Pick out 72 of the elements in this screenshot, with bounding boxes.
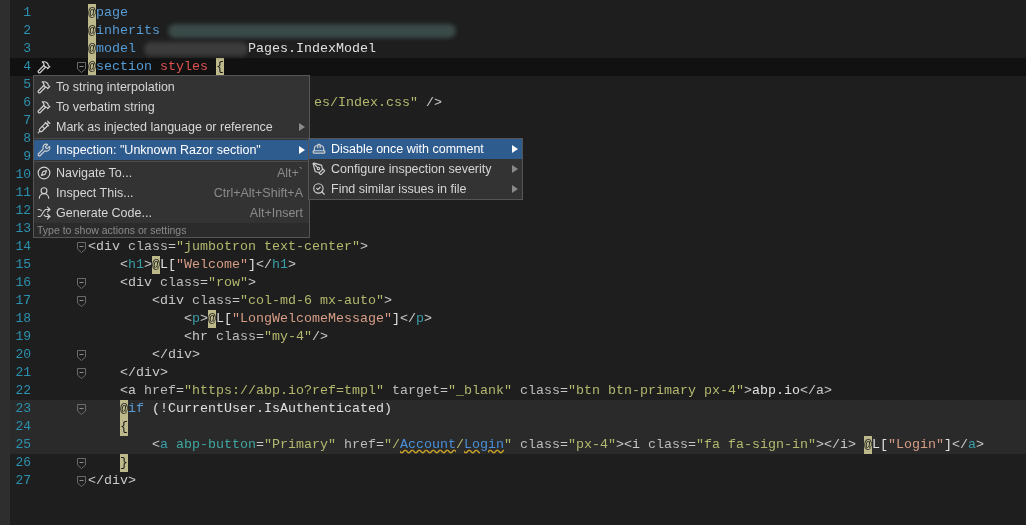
line-number: 8 xyxy=(22,130,31,149)
code-line: @page xyxy=(88,4,128,22)
code-line: <hr class="my-4"/> xyxy=(182,328,328,346)
code-line: <a href="https://abp.io?ref=tmpl" target="_blank" class="btn btn-primary px-4">abp.io</a> xyxy=(119,382,832,400)
line-number: 16 xyxy=(14,274,31,293)
menu-item[interactable]: To verbatim string xyxy=(34,97,309,117)
line-number: 22 xyxy=(14,382,31,401)
line-number: 21 xyxy=(14,364,31,383)
code-line: es/Index.css" /> xyxy=(314,94,442,112)
fold-icon[interactable] xyxy=(77,61,86,73)
fold-icon[interactable] xyxy=(77,403,86,415)
code-line: <div class="row"> xyxy=(119,274,256,292)
code-line: </div> xyxy=(88,472,136,490)
menu-item[interactable]: Generate Code... Alt+Insert xyxy=(34,203,309,223)
syringe-icon xyxy=(37,120,51,134)
menu-hint: Type to show actions or settings xyxy=(34,223,309,237)
fold-icon[interactable] xyxy=(77,349,86,361)
hammer-icon xyxy=(37,100,51,114)
menu-item[interactable]: Navigate To... Alt+` xyxy=(34,163,309,183)
compass-icon xyxy=(37,166,51,180)
fold-icon[interactable] xyxy=(77,475,86,487)
line-number: 17 xyxy=(14,292,31,311)
code-line: @model Pages.IndexModel xyxy=(88,40,376,58)
line-number: 3 xyxy=(22,40,31,59)
menu-item[interactable]: Inspection: "Unknown Razor section" xyxy=(34,140,309,160)
person-icon xyxy=(37,186,51,200)
line-number: 5 xyxy=(22,76,31,95)
line-number: 2 xyxy=(22,22,31,41)
line-number: 6 xyxy=(22,94,31,113)
code-line: <div class="col-md-6 mx-auto"> xyxy=(151,292,392,310)
line-number: 19 xyxy=(14,328,31,347)
line-number: 14 xyxy=(14,238,31,257)
code-line: @if (!CurrentUser.IsAuthenticated) xyxy=(120,400,392,418)
fold-icon[interactable] xyxy=(77,367,86,379)
hard-hat-icon xyxy=(312,142,326,156)
search-icon xyxy=(312,182,326,196)
code-line: <h1>@L["Welcome"]</h1> xyxy=(119,256,296,274)
code-line: @inherits xyxy=(88,22,456,40)
hammer-icon[interactable] xyxy=(37,60,51,74)
menu-item[interactable]: Inspect This... Ctrl+Alt+Shift+A xyxy=(34,183,309,203)
menu-item[interactable]: Disable once with comment xyxy=(309,139,522,159)
line-number: 9 xyxy=(22,148,31,167)
menu-item[interactable]: Find similar issues in file xyxy=(309,179,522,199)
code-line: </div> xyxy=(151,346,200,364)
line-number: 15 xyxy=(14,256,31,275)
fold-icon[interactable] xyxy=(77,241,86,253)
fold-icon[interactable] xyxy=(77,295,86,307)
line-number: 13 xyxy=(14,220,31,239)
hammer-icon xyxy=(37,80,51,94)
line-number: 11 xyxy=(14,184,31,203)
menu-item[interactable]: To string interpolation xyxy=(34,77,309,97)
line-number: 25 xyxy=(14,436,31,455)
line-number: 18 xyxy=(14,310,31,329)
menu-item[interactable]: Mark as injected language or reference xyxy=(34,117,309,137)
menu-item[interactable]: Configure inspection severity xyxy=(309,159,522,179)
line-number: 10 xyxy=(14,166,31,185)
line-number: 4 xyxy=(22,58,31,77)
line-number: 26 xyxy=(14,454,31,473)
fold-icon[interactable] xyxy=(77,277,86,289)
line-number: 23 xyxy=(14,400,31,419)
line-number: 1 xyxy=(22,4,31,23)
line-number: 20 xyxy=(14,346,31,365)
line-number: 24 xyxy=(14,418,31,437)
pen-icon xyxy=(312,162,326,176)
wrench-icon xyxy=(37,143,51,157)
arrows-icon xyxy=(37,206,51,220)
fold-icon[interactable] xyxy=(77,457,86,469)
code-line: <div class="jumbotron text-center"> xyxy=(88,238,368,256)
code-line: </div> xyxy=(119,364,168,382)
line-number: 7 xyxy=(22,112,31,131)
line-number: 27 xyxy=(14,472,31,491)
line-number: 12 xyxy=(14,202,31,221)
